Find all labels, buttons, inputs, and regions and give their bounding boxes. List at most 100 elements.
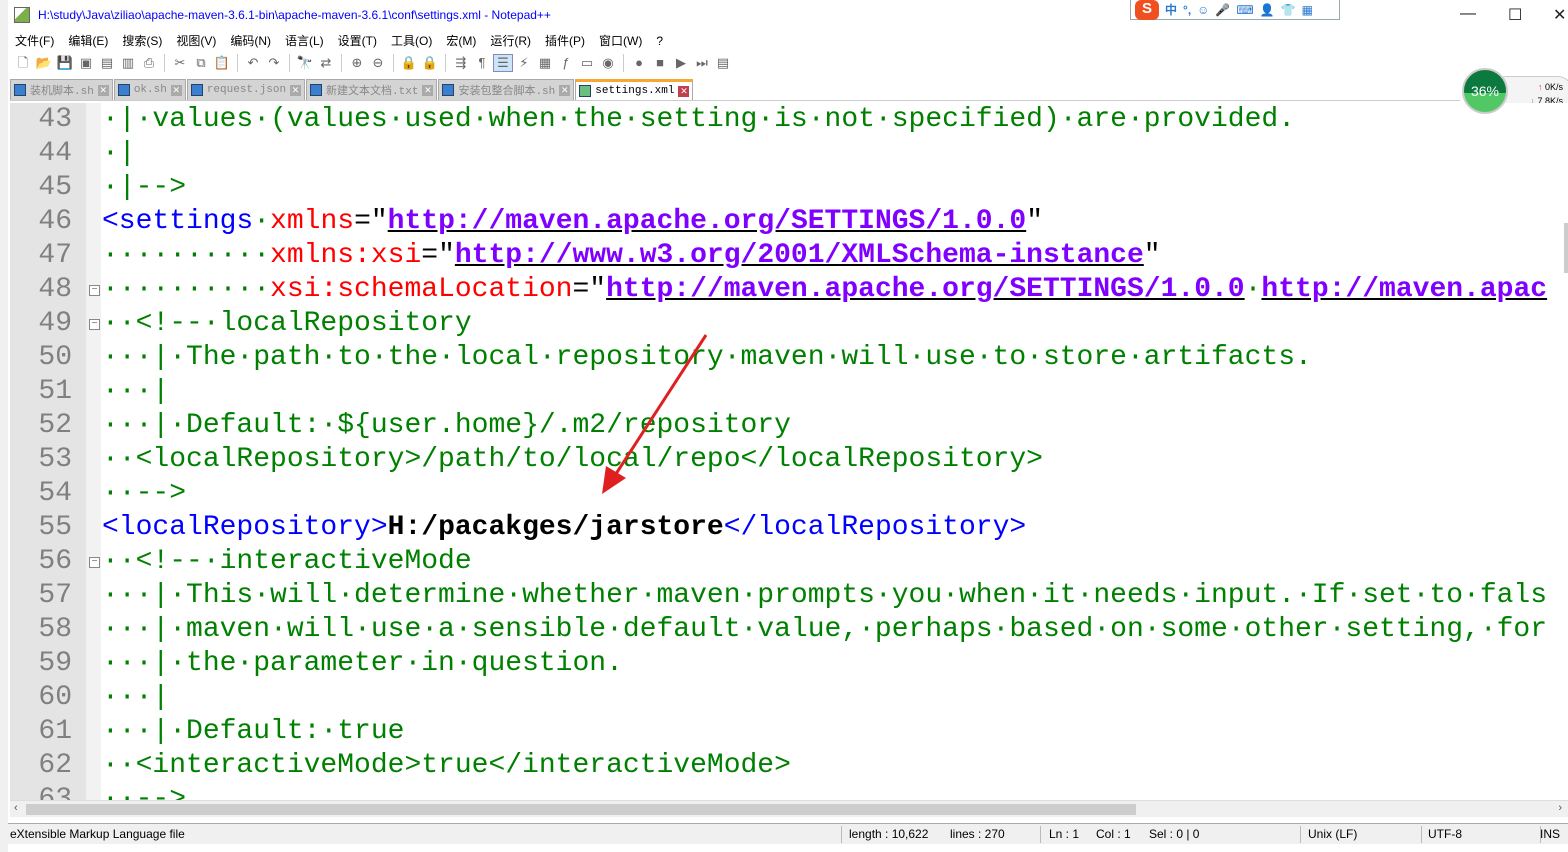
zoom-out-icon[interactable]: ⊖ (369, 55, 387, 71)
ime-item-icon[interactable]: °, (1183, 3, 1191, 17)
ime-item-icon[interactable]: ▦ (1302, 3, 1313, 17)
menu-item[interactable]: 编码(N) (223, 32, 278, 49)
ime-item-icon[interactable]: 👤 (1260, 3, 1275, 17)
scroll-right-icon[interactable]: › (1558, 802, 1562, 814)
line-number: 49 (38, 308, 72, 339)
wrap-icon[interactable]: ⇶ (452, 55, 470, 71)
tab-close-icon[interactable]: ✕ (422, 84, 434, 96)
menu-item[interactable]: ? (649, 34, 670, 48)
new-file-icon[interactable]: 🗋 (14, 55, 32, 71)
tab-ok.sh[interactable]: ok.sh ✕ (113, 79, 186, 100)
tab-装机脚本.sh[interactable]: 装机脚本.sh ✕ (10, 79, 113, 100)
ime-item-icon[interactable]: 中 (1165, 1, 1177, 18)
tab-label: request.json (206, 84, 287, 96)
code-token: ···|·Default:·true (102, 716, 405, 747)
code-line: ···|·This·will·determine·whether·maven·p… (102, 579, 1547, 613)
code-editor[interactable]: 43 ·|·values·(values·used·when·the·settin… (10, 103, 1568, 800)
save-macro-icon[interactable]: ▤ (714, 55, 732, 71)
menu-item[interactable]: 工具(O) (384, 32, 439, 49)
play-icon[interactable]: ▶ (672, 55, 690, 71)
close-icon[interactable]: ▤ (98, 55, 116, 71)
doc-lines: lines : 270 (950, 827, 1005, 841)
record-icon[interactable]: ● (630, 55, 648, 71)
insert-mode[interactable]: INS (1540, 827, 1560, 841)
ime-item-icon[interactable]: 🎤 (1215, 3, 1230, 17)
maximize-button[interactable]: ☐ (1508, 5, 1522, 25)
scroll-left-icon[interactable]: ‹ (14, 802, 18, 814)
menu-item[interactable]: 窗口(W) (592, 32, 649, 49)
code-token: http://maven.apac (1261, 274, 1548, 305)
tab-label: 新建文本文档.txt (326, 86, 419, 98)
code-token: ··<interactiveMode>true</interactiveMode… (102, 750, 791, 781)
menu-item[interactable]: 编辑(E) (61, 32, 115, 49)
cut-icon[interactable]: ✂ (171, 55, 189, 71)
cursor-col: Col : 1 (1096, 827, 1131, 841)
minimize-button[interactable]: — (1460, 5, 1476, 23)
ime-item-icon[interactable]: 👕 (1281, 3, 1296, 17)
fold-margin[interactable] (86, 103, 101, 800)
menu-item[interactable]: 文件(F) (8, 32, 61, 49)
notepadpp-window: H:\study\Java\ziliao\apache-maven-3.6.1-… (8, 0, 1568, 852)
tab-close-icon[interactable]: ✕ (170, 84, 182, 96)
file-save-icon (442, 84, 455, 96)
stop-icon[interactable]: ■ (651, 55, 669, 71)
tab-label: ok.sh (133, 84, 167, 96)
undo-icon[interactable]: ↶ (244, 55, 262, 71)
function-list-icon[interactable]: ƒ (557, 55, 575, 71)
tab-close-icon[interactable]: ✕ (290, 84, 302, 96)
menu-item[interactable]: 设置(T) (331, 32, 384, 49)
code-token: ···|·maven·will·use·a·sensible·default·v… (102, 614, 1548, 645)
vertical-scrollbar[interactable] (1564, 223, 1568, 273)
line-number: 62 (38, 750, 72, 781)
copy-icon[interactable]: ⧉ (192, 55, 210, 71)
close-button[interactable]: ✕ (1553, 5, 1566, 25)
tab-settings.xml[interactable]: settings.xml ✕ (575, 79, 694, 100)
replace-icon[interactable]: ⇄ (317, 55, 335, 71)
print-icon[interactable]: ⎙ (140, 55, 158, 71)
menu-item[interactable]: 视图(V) (169, 32, 223, 49)
ime-item-icon[interactable]: ⌨ (1236, 3, 1253, 17)
eol-format[interactable]: Unix (LF) (1308, 827, 1357, 841)
redo-icon[interactable]: ↷ (265, 55, 283, 71)
menu-item[interactable]: 插件(P) (538, 32, 592, 49)
code-token: http://maven.apache.org/SETTINGS/1.0.0 (387, 206, 1027, 237)
tab-新建文本文档.txt[interactable]: 新建文本文档.txt ✕ (306, 79, 438, 100)
fold-toggle-icon[interactable]: − (89, 557, 100, 568)
paste-icon[interactable]: 📋 (213, 55, 231, 71)
monitor-icon[interactable]: ◉ (599, 55, 617, 71)
ime-item-icon[interactable]: ☺ (1197, 3, 1209, 17)
sync-v-icon[interactable]: 🔒 (400, 55, 418, 71)
menu-item[interactable]: 运行(R) (483, 32, 538, 49)
menu-item[interactable]: 宏(M) (439, 32, 483, 49)
menu-item[interactable]: 语言(L) (278, 32, 331, 49)
tab-close-icon[interactable]: ✕ (678, 85, 690, 97)
folder-workspace-icon[interactable]: ▭ (578, 55, 596, 71)
scroll-thumb[interactable] (26, 804, 1136, 815)
zoom-in-icon[interactable]: ⊕ (348, 55, 366, 71)
indent-guide-icon[interactable]: ☰ (493, 54, 513, 72)
code-line: <localRepository>H:/pacakges/jarstore</l… (102, 511, 1026, 545)
find-icon[interactable]: 🔭 (296, 55, 314, 71)
close-all-icon[interactable]: ▥ (119, 55, 137, 71)
menu-item[interactable]: 搜索(S) (115, 32, 169, 49)
save-icon[interactable]: 💾 (56, 55, 74, 71)
fold-toggle-icon[interactable]: − (89, 319, 100, 330)
tab-close-icon[interactable]: ✕ (97, 84, 109, 96)
sync-h-icon[interactable]: 🔒 (421, 55, 439, 71)
play-multi-icon[interactable]: ⏭ (693, 55, 711, 71)
toolbar-separator (289, 54, 290, 72)
open-icon[interactable]: 📂 (35, 55, 53, 71)
ime-toolbar[interactable]: S 中 °, ☺ 🎤 ⌨ 👤 👕 ▦ (1130, 0, 1340, 20)
tab-request.json[interactable]: request.json ✕ (186, 79, 306, 100)
doc-map-icon[interactable]: ▦ (536, 55, 554, 71)
fold-toggle-icon[interactable]: − (89, 285, 100, 296)
code-line: ·|--> (102, 171, 186, 205)
udl-icon[interactable]: ⚡ (515, 55, 533, 71)
save-all-icon[interactable]: ▣ (77, 55, 95, 71)
toolbar-separator (341, 54, 342, 72)
horizontal-scrollbar[interactable]: ‹ › (10, 800, 1568, 817)
tab-安装包整合脚本.sh[interactable]: 安装包整合脚本.sh ✕ (438, 79, 575, 100)
encoding[interactable]: UTF-8 (1428, 827, 1462, 841)
tab-close-icon[interactable]: ✕ (559, 84, 571, 96)
all-chars-icon[interactable]: ¶ (473, 55, 491, 71)
